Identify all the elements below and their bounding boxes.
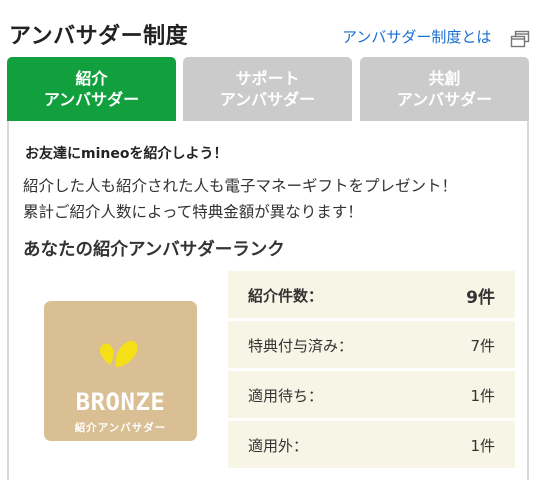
page-title: アンバサダー制度 [9,24,189,49]
page-header: アンバサダー制度 アンバサダー制度とは [0,0,534,56]
badge-sub-label: 紹介アンバサダー [74,422,167,434]
ambassador-tabs: 紹介 アンバサダー サポート アンバサダー 共創 アンバサダー [7,57,529,121]
stat-row-not-applicable: 適用外： 1件 [228,421,515,468]
external-window-icon[interactable] [510,30,530,48]
tab-label: 共創 アンバサダー [396,69,493,109]
stat-value: 1件 [470,437,495,455]
mineo-logo-icon [100,340,138,367]
intro-heading: お友達にmineoを紹介しよう！ [25,146,228,162]
referral-panel: お友達にmineoを紹介しよう！ 紹介した人も紹介された人も電子マネーギフトをプ… [7,121,529,480]
stat-value: 9件 [466,288,495,308]
intro-line-2: 累計ご紹介人数によって特典金額が異なります！ [23,203,363,221]
stat-label: 適用外： [248,437,309,455]
rank-heading: あなたの紹介アンバサダーランク [23,240,285,260]
about-ambassador-link[interactable]: アンバサダー制度とは [342,26,491,47]
referral-stats: 紹介件数： 9件 特典付与済み： 7件 適用待ち： 1件 適用外： 1件 [228,271,515,471]
stat-row-pending: 適用待ち： 1件 [228,371,515,418]
intro-line-1: 紹介した人も紹介された人も電子マネーギフトをプレゼント！ [23,177,458,195]
stat-row-granted: 特典付与済み： 7件 [228,321,515,368]
tab-support-ambassador[interactable]: サポート アンバサダー [183,57,352,121]
rank-badge: BRONZE 紹介アンバサダー [44,301,197,441]
intro-text: 紹介した人も紹介された人も電子マネーギフトをプレゼント！ 累計ご紹介人数によって… [23,173,518,225]
stat-label: 特典付与済み： [248,337,354,355]
stat-label: 紹介件数： [248,287,324,305]
stat-row-referral-count: 紹介件数： 9件 [228,271,515,318]
tab-cocreation-ambassador[interactable]: 共創 アンバサダー [360,57,529,121]
tab-label: サポート アンバサダー [219,69,316,109]
tab-label: 紹介 アンバサダー [43,69,140,109]
stat-label: 適用待ち： [248,387,324,405]
stat-value: 1件 [470,387,495,405]
badge-rank-label: BRONZE [75,388,166,416]
stat-value: 7件 [470,337,495,355]
tab-referral-ambassador[interactable]: 紹介 アンバサダー [7,57,176,121]
